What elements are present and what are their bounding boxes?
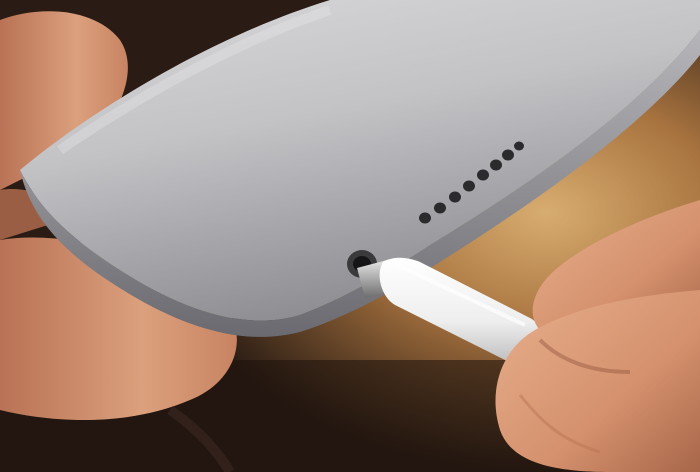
photo-scene <box>0 0 700 472</box>
